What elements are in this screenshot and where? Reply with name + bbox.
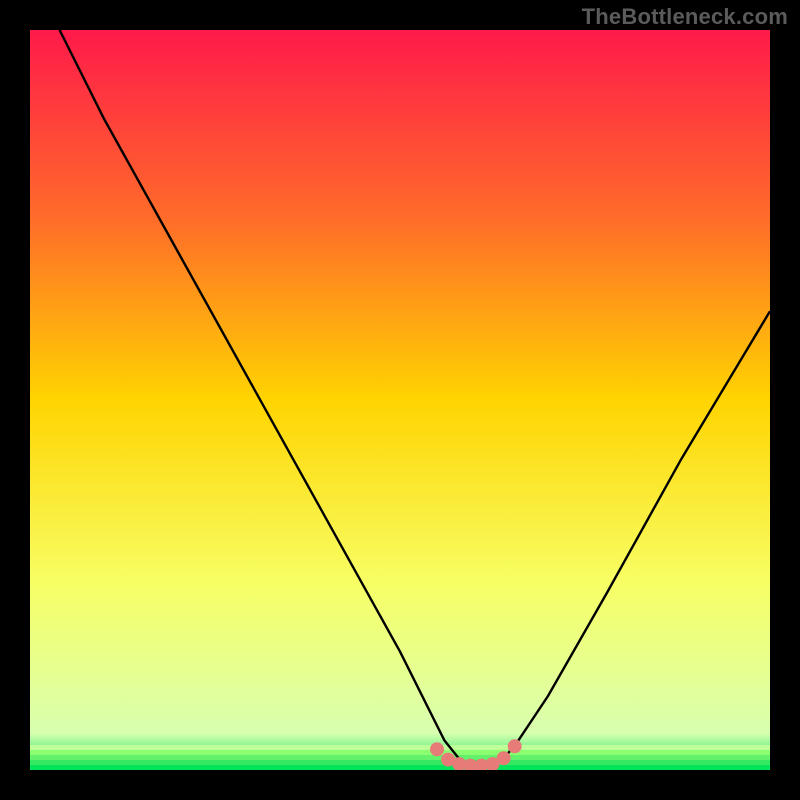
chart-container: { "watermark": "TheBottleneck.com", "cha… (0, 0, 800, 800)
watermark-text: TheBottleneck.com (582, 4, 788, 30)
band-stripe (30, 765, 770, 770)
band-stripe (30, 760, 770, 765)
band-stripe (30, 750, 770, 755)
band-stripe (30, 745, 770, 750)
marker-dot (430, 742, 444, 756)
marker-dot (508, 739, 522, 753)
bottleneck-chart (0, 0, 800, 800)
band-stripe (30, 755, 770, 760)
plot-background (30, 30, 770, 770)
marker-dot (497, 751, 511, 765)
bottom-bands (30, 745, 770, 770)
